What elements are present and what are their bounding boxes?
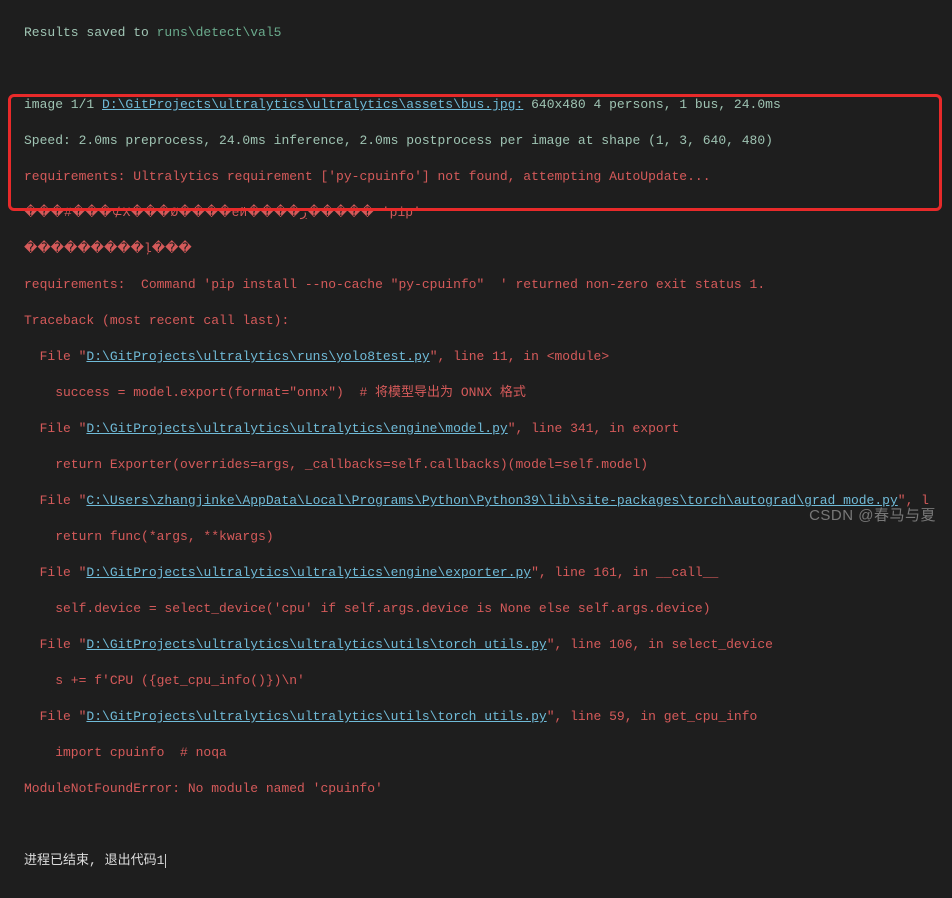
traceback-body-2: return Exporter(overrides=args, _callbac… — [24, 456, 942, 474]
garbled-line-2: ���������ļ��� — [24, 240, 942, 258]
traceback-header: Traceback (most recent call last): — [24, 312, 942, 330]
watermark-text: CSDN @春马与夏 — [809, 507, 936, 525]
traceback-file-link-2[interactable]: D:\GitProjects\ultralytics\ultralytics\e… — [86, 421, 507, 436]
file-prefix: File " — [24, 565, 86, 580]
traceback-file-link-6[interactable]: D:\GitProjects\ultralytics\ultralytics\u… — [86, 709, 546, 724]
file-suffix: ", line 59, in get_cpu_info — [547, 709, 758, 724]
traceback-file-link-4[interactable]: D:\GitProjects\ultralytics\ultralytics\e… — [86, 565, 531, 580]
image-prefix: image 1/1 — [24, 97, 102, 112]
traceback-body-1: success = model.export(format="onnx") # … — [24, 384, 942, 402]
results-saved-label: Results saved to — [24, 25, 157, 40]
traceback-body-3: return func(*args, **kwargs) — [24, 528, 942, 546]
file-suffix: ", line 161, in __call__ — [531, 565, 718, 580]
file-prefix: File " — [24, 421, 86, 436]
requirements-msg-1: Ultralytics requirement ['py-cpuinfo'] n… — [125, 169, 710, 184]
traceback-file-link-5[interactable]: D:\GitProjects\ultralytics\ultralytics\u… — [86, 637, 546, 652]
requirements-msg-2: Command 'pip install --no-cache "py-cpui… — [125, 277, 765, 292]
file-suffix: ", line 106, in select_device — [547, 637, 773, 652]
file-prefix: File " — [24, 493, 86, 508]
file-prefix: File " — [24, 349, 86, 364]
module-not-found-error: ModuleNotFoundError: No module named 'cp… — [24, 780, 942, 798]
process-exit-message: 进程已结束, 退出代码1 — [24, 853, 164, 868]
requirements-label-1: requirements: — [24, 169, 125, 184]
image-path-link[interactable]: D:\GitProjects\ultralytics\ultralytics\a… — [102, 97, 523, 112]
speed-line: Speed: 2.0ms preprocess, 24.0ms inferenc… — [24, 132, 942, 150]
results-saved-path: runs\detect\val5 — [157, 25, 282, 40]
traceback-file-link-1[interactable]: D:\GitProjects\ultralytics\runs\yolo8tes… — [86, 349, 429, 364]
traceback-body-6: import cpuinfo # noqa — [24, 744, 942, 762]
terminal-output: Results saved to runs\detect\val5 image … — [0, 0, 952, 898]
file-suffix: ", l — [898, 493, 929, 508]
file-prefix: File " — [24, 709, 86, 724]
file-suffix: ", line 341, in export — [508, 421, 680, 436]
traceback-file-link-3[interactable]: C:\Users\zhangjinke\AppData\Local\Progra… — [86, 493, 897, 508]
traceback-body-5: s += f'CPU ({get_cpu_info()})\n' — [24, 672, 942, 690]
file-prefix: File " — [24, 637, 86, 652]
file-suffix: ", line 11, in <module> — [430, 349, 609, 364]
traceback-body-4: self.device = select_device('cpu' if sel… — [24, 600, 942, 618]
image-detection-summary: 640x480 4 persons, 1 bus, 24.0ms — [523, 97, 780, 112]
garbled-line-1: ���#���⊄X���Ø����eӥ����ڔ����� 'pip' — [24, 204, 942, 222]
text-cursor — [165, 854, 166, 868]
requirements-label-2: requirements: — [24, 277, 125, 292]
